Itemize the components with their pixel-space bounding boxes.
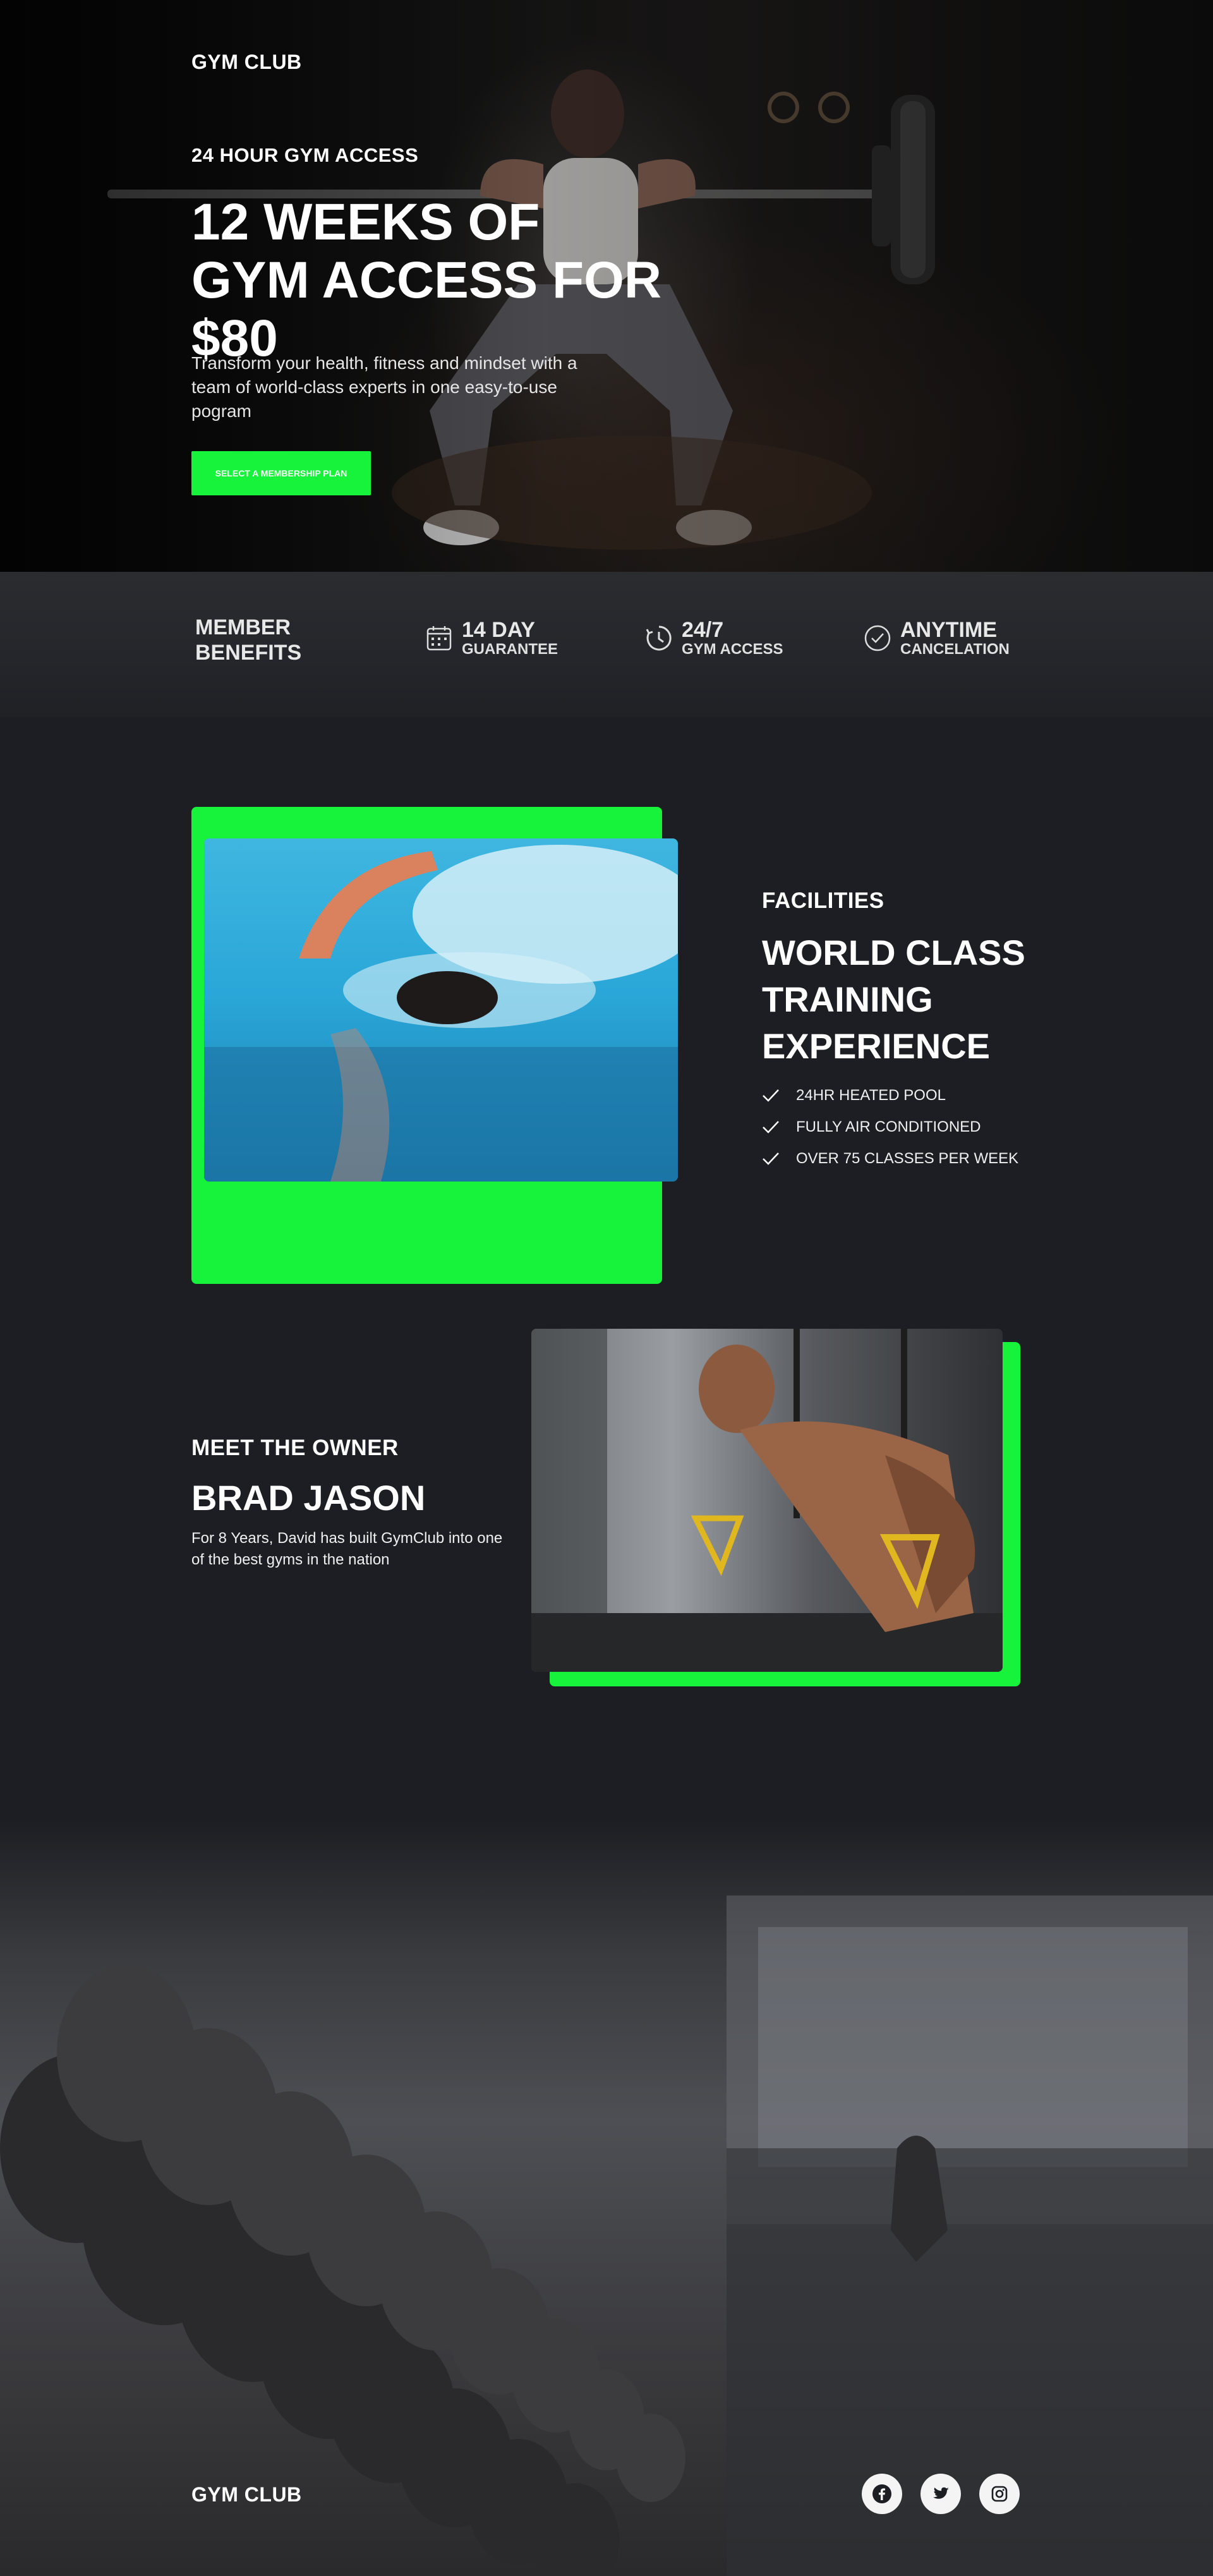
benefit-gym-access-value: 24/7 <box>682 618 724 642</box>
feature-label: 24HR HEATED POOL <box>796 1087 946 1104</box>
benefits-title: MEMBER BENEFITS <box>195 615 301 665</box>
swimmer-illustration <box>204 845 678 1182</box>
facilities-eyebrow: FACILITIES <box>762 888 884 913</box>
benefit-cancelation: ANYTIME CANCELATION <box>864 619 1010 658</box>
facilities-feature-list: 24HR HEATED POOL FULLY AIR CONDITIONED O… <box>762 1080 1018 1175</box>
hero-eyebrow: 24 HOUR GYM ACCESS <box>191 144 419 166</box>
list-item: OVER 75 CLASSES PER WEEK <box>762 1143 1018 1175</box>
list-item: 24HR HEATED POOL <box>762 1080 1018 1111</box>
benefit-guarantee-label: GUARANTEE <box>462 641 558 658</box>
instagram-icon <box>991 2486 1008 2502</box>
facilities-section: FACILITIES WORLD CLASS TRAINING EXPERIEN… <box>0 717 1213 1284</box>
member-benefits-bar: MEMBER BENEFITS 14 DAY GUARANTEE 24/7 GY… <box>0 572 1213 717</box>
feature-label: OVER 75 CLASSES PER WEEK <box>796 1150 1019 1167</box>
facebook-icon <box>872 2484 891 2503</box>
facebook-link[interactable] <box>862 2474 902 2514</box>
owner-eyebrow: MEET THE OWNER <box>191 1436 399 1460</box>
twitter-link[interactable] <box>920 2474 961 2514</box>
benefit-gym-access: 24/7 GYM ACCESS <box>645 619 783 658</box>
checkmark-icon <box>763 1121 779 1134</box>
benefits-title-line1: MEMBER <box>195 615 291 639</box>
owner-bio: For 8 Years, David has built GymClub int… <box>191 1530 503 1568</box>
facilities-title: WORLD CLASS TRAINING EXPERIENCE <box>762 933 1025 1066</box>
list-item: FULLY AIR CONDITIONED <box>762 1111 1018 1143</box>
benefit-guarantee-value: 14 DAY <box>462 618 535 642</box>
calendar-icon <box>426 626 452 651</box>
gym-floor-footer: GYM CLUB <box>0 1820 1213 2576</box>
twitter-icon <box>933 2487 949 2499</box>
select-membership-plan-button[interactable]: SELECT A MEMBERSHIP PLAN <box>191 451 371 495</box>
owner-section: MEET THE OWNER BRAD JASON For 8 Years, D… <box>0 1289 1213 1744</box>
checkmark-icon <box>763 1152 779 1165</box>
swimmer-photo <box>204 838 678 1182</box>
hero-subtitle: Transform your health, fitness and minds… <box>191 353 577 421</box>
owner-name: BRAD JASON <box>191 1478 426 1518</box>
brand-logo-text[interactable]: GYM CLUB <box>191 51 302 74</box>
gym-floor-background-image <box>0 1896 1213 2576</box>
instagram-link[interactable] <box>979 2474 1020 2514</box>
owner-illustration <box>531 1329 1003 1672</box>
hero-section: GYM CLUB 24 HOUR GYM ACCESS 12 WEEKS OF … <box>0 0 1213 572</box>
social-links <box>862 2474 1020 2514</box>
footer-brand[interactable]: GYM CLUB <box>191 2483 302 2506</box>
clock-icon <box>646 626 672 651</box>
owner-photo <box>531 1329 1003 1672</box>
checkmark-icon <box>763 1089 779 1102</box>
feature-label: FULLY AIR CONDITIONED <box>796 1118 981 1135</box>
benefits-title-line2: BENEFITS <box>195 641 302 665</box>
benefit-cancelation-label: CANCELATION <box>900 641 1010 658</box>
check-circle-icon <box>864 625 891 651</box>
hero-title: 12 WEEKS OF GYM ACCESS FOR $80 <box>191 193 662 367</box>
benefit-guarantee: 14 DAY GUARANTEE <box>425 619 558 658</box>
benefit-cancelation-value: ANYTIME <box>900 618 997 642</box>
benefit-gym-access-label: GYM ACCESS <box>682 641 783 658</box>
